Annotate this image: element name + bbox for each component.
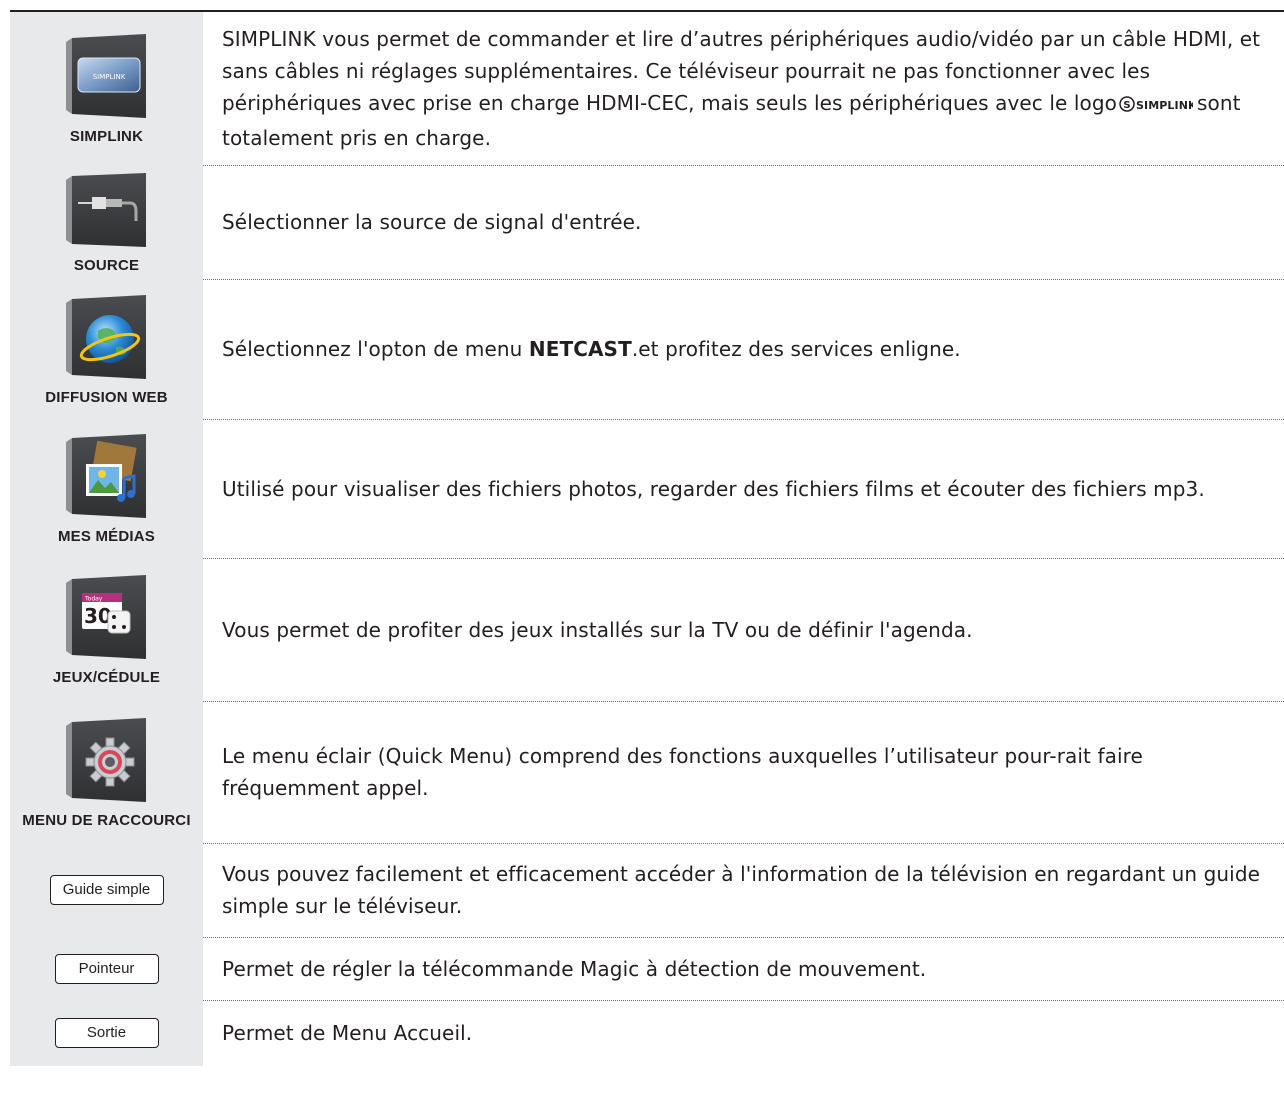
description-text: SIMPLINK vous permet de commander et lir… xyxy=(222,26,1261,115)
simplink-icon[interactable]: SIMPLINK xyxy=(64,34,150,118)
row-description: Sélectionnez l'opton de menu NETCAST.et … xyxy=(203,279,1284,420)
row-description: Permet de régler la télécommande Magic à… xyxy=(203,937,1284,1001)
icon-cell: Today 30 JEUX/CÉDULE xyxy=(10,558,203,701)
svg-text:SIMPLINK: SIMPLINK xyxy=(1136,99,1193,112)
row-description: Sélectionner la source de signal d'entré… xyxy=(203,165,1284,280)
row-description: SIMPLINK vous permet de commander et lir… xyxy=(203,12,1284,166)
row-label: SIMPLINK xyxy=(69,128,144,145)
gear-icon[interactable] xyxy=(64,717,150,802)
icon-cell: SOURCE xyxy=(10,165,203,279)
row-description: Vous pouvez facilement et efficacement a… xyxy=(203,843,1284,938)
menu-row-diffusion-web: DIFFUSION WEB Sélectionnez l'opton de me… xyxy=(10,279,1284,420)
svg-text:S: S xyxy=(1123,100,1130,111)
globe-icon[interactable] xyxy=(64,294,150,379)
icon-cell: MENU DE RACCOURCI xyxy=(10,701,203,843)
row-label: MENU DE RACCOURCI xyxy=(22,811,191,829)
menu-row-jeux-cedule: Today 30 JEUX/CÉDULE Vous permet de prof… xyxy=(10,558,1284,702)
menu-table: SIMPLINK SIMPLINK SIMPLINK vous permet d… xyxy=(10,12,1284,1066)
calendar-dice-icon[interactable]: Today 30 xyxy=(64,575,150,659)
icon-cell: SIMPLINK SIMPLINK xyxy=(10,12,203,165)
media-icon[interactable] xyxy=(64,434,150,518)
svg-text:SIMPLINK: SIMPLINK xyxy=(92,73,125,81)
icon-cell: Sortie xyxy=(10,1000,203,1066)
row-description: Utilisé pour visualiser des fichiers pho… xyxy=(203,419,1284,559)
description-text-end: .et profitez des services enligne. xyxy=(631,337,961,361)
source-plug-icon[interactable] xyxy=(64,172,150,247)
menu-reference-page: SIMPLINK SIMPLINK SIMPLINK vous permet d… xyxy=(0,0,1284,1110)
row-label: JEUX/CÉDULE xyxy=(52,669,161,686)
icon-cell: MES MÉDIAS xyxy=(10,419,203,558)
menu-row-source: SOURCE Sélectionner la source de signal … xyxy=(10,165,1284,280)
menu-row-menu-de-raccourci: MENU DE RACCOURCI Le menu éclair (Quick … xyxy=(10,701,1284,844)
simplink-logo-icon: S SIMPLINK xyxy=(1119,90,1197,122)
description-bold: NETCAST xyxy=(528,337,632,361)
row-description: Permet de Menu Accueil. xyxy=(222,1021,473,1046)
icon-cell: DIFFUSION WEB xyxy=(10,279,203,419)
row-description: Vous permet de profiter des jeux install… xyxy=(203,558,1284,702)
row-label: SOURCE xyxy=(73,256,140,274)
menu-row-pointeur: Pointeur Permet de régler la télécommand… xyxy=(10,937,1284,1001)
icon-cell: Guide simple xyxy=(10,843,203,937)
guide-simple-button[interactable]: Guide simple xyxy=(49,875,164,905)
svg-text:Today: Today xyxy=(84,596,103,603)
row-description: Le menu éclair (Quick Menu) comprend des… xyxy=(203,701,1284,844)
menu-row-guide-simple: Guide simple Vous pouvez facilement et e… xyxy=(10,843,1284,938)
menu-row-simplink: SIMPLINK SIMPLINK SIMPLINK vous permet d… xyxy=(10,12,1284,166)
sortie-button[interactable]: Sortie xyxy=(54,1018,159,1048)
pointeur-button[interactable]: Pointeur xyxy=(54,953,159,984)
row-label: MES MÉDIAS xyxy=(57,528,155,545)
menu-row-sortie: Sortie Permet de Menu Accueil. xyxy=(10,1000,1284,1066)
icon-cell: Pointeur xyxy=(10,937,203,1000)
description-text: Sélectionnez l'opton de menu xyxy=(222,337,529,361)
menu-row-mes-medias: MES MÉDIAS Utilisé pour visualiser des f… xyxy=(10,419,1284,559)
row-label: DIFFUSION WEB xyxy=(45,388,168,406)
